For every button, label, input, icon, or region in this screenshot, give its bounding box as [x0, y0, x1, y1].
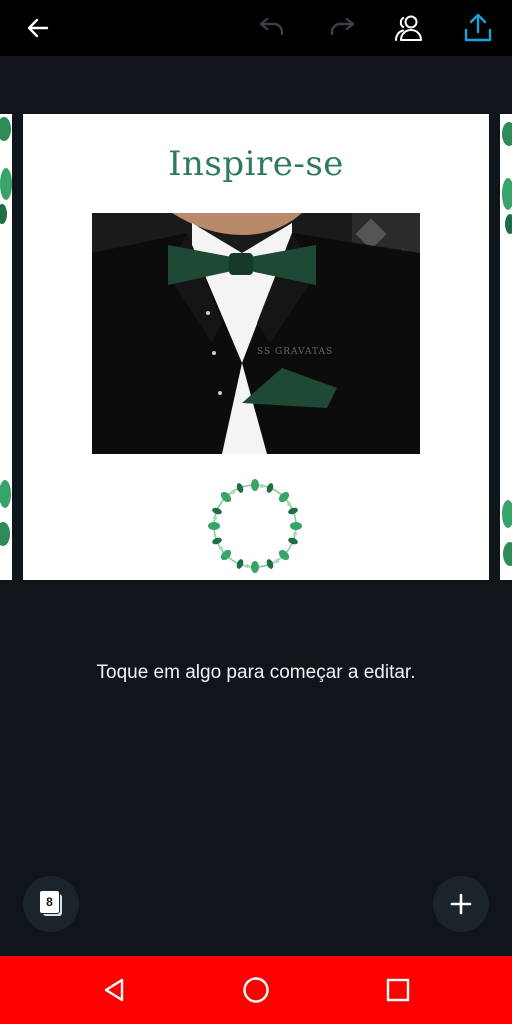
leaf-wreath-icon[interactable] — [206, 477, 304, 575]
suit-photo-image — [92, 213, 420, 454]
pages-stack-icon: 8 — [38, 890, 64, 918]
upload-icon — [464, 13, 492, 42]
triangle-back-icon — [104, 978, 124, 1002]
bow-tie-suit-photo[interactable]: SS GRAVATAS — [92, 213, 420, 454]
square-recents-icon — [386, 978, 410, 1002]
arrow-left-icon — [27, 18, 49, 38]
previous-page-preview[interactable] — [0, 114, 12, 580]
next-page-preview[interactable] — [500, 114, 512, 580]
people-icon — [395, 15, 422, 41]
undo-button[interactable] — [252, 8, 292, 48]
export-button[interactable] — [458, 8, 498, 48]
photo-watermark: SS GRAVATAS — [257, 347, 334, 357]
system-navigation-bar — [0, 956, 512, 1024]
edit-hint-text: Toque em algo para começar a editar. — [96, 662, 416, 683]
system-home-button[interactable] — [236, 970, 276, 1010]
redo-button[interactable] — [322, 8, 362, 48]
design-page[interactable]: Inspire-se SS GRAVATAS — [23, 114, 489, 580]
circle-home-icon — [243, 977, 269, 1003]
leaf-decoration-icon — [502, 122, 512, 566]
page-title[interactable]: Inspire-se — [23, 144, 489, 184]
add-element-button[interactable] — [433, 876, 489, 932]
page-count: 8 — [39, 890, 60, 914]
system-recents-button[interactable] — [378, 970, 418, 1010]
pages-button[interactable]: 8 — [23, 876, 79, 932]
top-toolbar — [0, 0, 512, 56]
share-people-button[interactable] — [389, 8, 429, 48]
leaf-decoration-icon — [0, 117, 12, 546]
back-button[interactable] — [18, 8, 58, 48]
redo-icon — [330, 18, 355, 36]
system-back-button[interactable] — [94, 970, 134, 1010]
undo-icon — [259, 18, 284, 36]
plus-icon — [450, 893, 472, 915]
